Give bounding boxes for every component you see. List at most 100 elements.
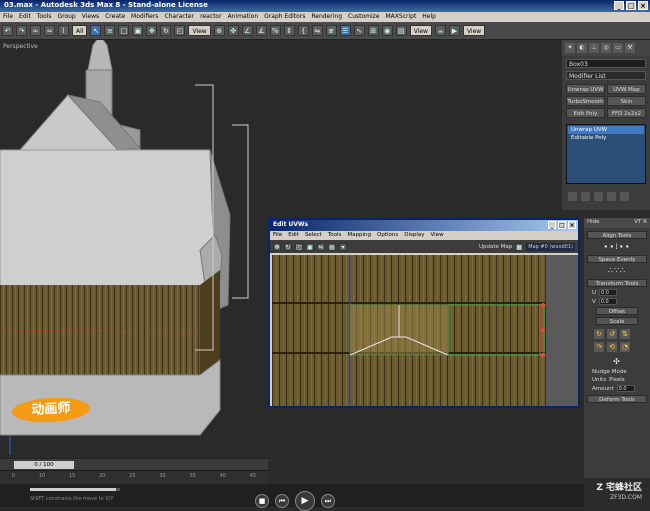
offset-button[interactable]: Offset <box>596 307 638 315</box>
uv-menu-edit[interactable]: Edit <box>288 232 299 239</box>
pivot-icon[interactable]: ⊕ <box>213 25 225 36</box>
named-sets-icon[interactable]: { <box>297 25 309 36</box>
stop-icon[interactable]: ■ <box>255 494 269 508</box>
snap-icon[interactable]: ∠ <box>241 25 253 36</box>
ffd-button[interactable]: FFD 2x2x2 <box>607 108 646 118</box>
next-icon[interactable]: ⏭ <box>321 494 335 508</box>
space-evenly-section[interactable]: Space Evenly <box>587 255 647 263</box>
units-radio[interactable]: Units <box>592 377 606 383</box>
menu-file[interactable]: File <box>3 13 13 21</box>
uv-mirror-icon[interactable]: ⇋ <box>317 242 325 251</box>
make-unique-icon[interactable] <box>594 192 603 201</box>
scale-icon[interactable]: ◰ <box>174 25 186 36</box>
v-input[interactable]: 0.0 <box>598 298 617 305</box>
pixels-radio[interactable]: Pixels <box>609 377 625 383</box>
unlink-icon[interactable]: ≈ <box>44 25 55 36</box>
menu-character[interactable]: Character <box>164 13 194 21</box>
turbosmooth-button[interactable]: TurboSmooth <box>566 96 605 106</box>
uv-minimize-icon[interactable]: _ <box>548 221 556 229</box>
hierarchy-tab-icon[interactable]: ⊥ <box>589 43 599 53</box>
menu-edit[interactable]: Edit <box>19 13 31 21</box>
uv-canvas[interactable] <box>272 255 548 406</box>
nudge-arrows-icon[interactable]: ✣ <box>594 356 640 367</box>
menu-modifiers[interactable]: Modifiers <box>131 13 158 21</box>
configure-sets-icon[interactable] <box>620 192 629 201</box>
video-progress-bar[interactable] <box>30 488 120 491</box>
menu-create[interactable]: Create <box>105 13 125 21</box>
uv-menu-display[interactable]: Display <box>404 232 424 239</box>
modify-tab-icon[interactable]: ◐ <box>577 43 587 53</box>
render-setup-icon[interactable]: ▤ <box>395 25 407 36</box>
render-last-icon[interactable]: ▶ <box>448 25 460 36</box>
align-buttons-icon[interactable]: ∙∙⁞∙∙ <box>594 241 640 252</box>
create-tab-icon[interactable]: ✦ <box>565 43 575 53</box>
redo-icon[interactable]: ↷ <box>16 25 27 36</box>
layer-icon[interactable]: ☰ <box>339 25 351 36</box>
uv-menu-tools[interactable]: Tools <box>328 232 342 239</box>
manipulate-icon[interactable]: ✜ <box>227 25 239 36</box>
stack-item-editable-poly[interactable]: Editable Poly <box>568 134 644 142</box>
uv-maximize-icon[interactable]: □ <box>558 221 566 229</box>
schematic-icon[interactable]: ⊞ <box>367 25 379 36</box>
unwrap-uvw-button[interactable]: Unwrap UVW <box>566 84 605 94</box>
show-end-result-icon[interactable] <box>581 192 590 201</box>
time-slider[interactable]: 0 / 100 <box>14 461 74 469</box>
close-icon[interactable]: × <box>638 1 648 10</box>
link-icon[interactable]: ∞ <box>30 25 41 36</box>
rotate-icon[interactable]: ↻ <box>160 25 172 36</box>
play-icon[interactable]: ▶ <box>295 491 315 511</box>
motion-tab-icon[interactable]: ◎ <box>601 43 611 53</box>
menu-maxscript[interactable]: MAXScript <box>386 13 417 21</box>
object-name-field[interactable]: Box03 <box>566 59 646 68</box>
ref-coord-dropdown[interactable]: View <box>188 25 211 36</box>
select-by-name-icon[interactable]: ≡ <box>104 25 116 36</box>
amount-input[interactable]: 0.0 <box>616 385 635 392</box>
uvw-map-button[interactable]: UVW Map <box>607 84 646 94</box>
uv-menu-view[interactable]: View <box>431 232 444 239</box>
undo-icon[interactable]: ↶ <box>2 25 13 36</box>
menu-animation[interactable]: Animation <box>228 13 259 21</box>
minimize-icon[interactable]: _ <box>614 1 624 10</box>
menu-views[interactable]: Views <box>82 13 99 21</box>
uv-move-icon[interactable]: ✥ <box>273 242 281 251</box>
render-type-dropdown[interactable]: View <box>409 25 432 36</box>
modifier-list-dropdown[interactable]: Modifier List <box>566 71 646 80</box>
flip-icon[interactable]: ⇅ <box>620 329 630 339</box>
uv-menu-options[interactable]: Options <box>377 232 398 239</box>
scale-button[interactable]: Scale <box>596 317 638 325</box>
rotate-ccw-icon[interactable]: ↺ <box>607 329 617 339</box>
track-bar[interactable]: 0 10 15 20 25 30 35 40 45 <box>0 470 268 484</box>
u-input[interactable]: 0.0 <box>599 289 618 296</box>
menu-customize[interactable]: Customize <box>348 13 380 21</box>
region-select-icon[interactable]: □ <box>118 25 130 36</box>
uv-channel-icon[interactable]: ▾ <box>339 242 347 251</box>
mirror-icon[interactable]: ⇋ <box>311 25 323 36</box>
rotate-180-icon[interactable]: ⟲ <box>607 342 617 352</box>
menu-group[interactable]: Group <box>57 13 75 21</box>
space-buttons-icon[interactable]: ∴∵∴ <box>594 265 640 276</box>
curve-editor-icon[interactable]: ∿ <box>353 25 365 36</box>
align-icon[interactable]: ≢ <box>325 25 337 36</box>
menu-tools[interactable]: Tools <box>37 13 52 21</box>
menu-help[interactable]: Help <box>422 13 436 21</box>
rotate-cw-icon[interactable]: ↻ <box>594 329 604 339</box>
maximize-icon[interactable]: □ <box>626 1 636 10</box>
utilities-tab-icon[interactable]: ⚒ <box>625 43 635 53</box>
uv-menu-file[interactable]: File <box>273 232 282 239</box>
map-dropdown[interactable]: Map #0 (wood01) <box>526 242 575 251</box>
uv-show-map-icon[interactable]: ▤ <box>328 242 336 251</box>
menu-graph-editors[interactable]: Graph Editors <box>264 13 305 21</box>
uv-menu-select[interactable]: Select <box>305 232 322 239</box>
angle-snap-icon[interactable]: ∡ <box>255 25 267 36</box>
stack-item-unwrap[interactable]: Unwrap UVW <box>568 126 644 134</box>
bind-icon[interactable]: ⌇ <box>58 25 69 36</box>
transform-tools-section[interactable]: Transform Tools <box>587 279 647 287</box>
uv-freeform-icon[interactable]: ▣ <box>306 242 314 251</box>
move-icon[interactable]: ✥ <box>146 25 158 36</box>
hide-label[interactable]: Hide <box>587 219 600 227</box>
uv-rotate-icon[interactable]: ↻ <box>284 242 292 251</box>
menu-rendering[interactable]: Rendering <box>311 13 342 21</box>
edit-poly-button[interactable]: Edit Poly <box>566 108 605 118</box>
skin-button[interactable]: Skin <box>607 96 646 106</box>
uv-scale-icon[interactable]: ◰ <box>295 242 303 251</box>
